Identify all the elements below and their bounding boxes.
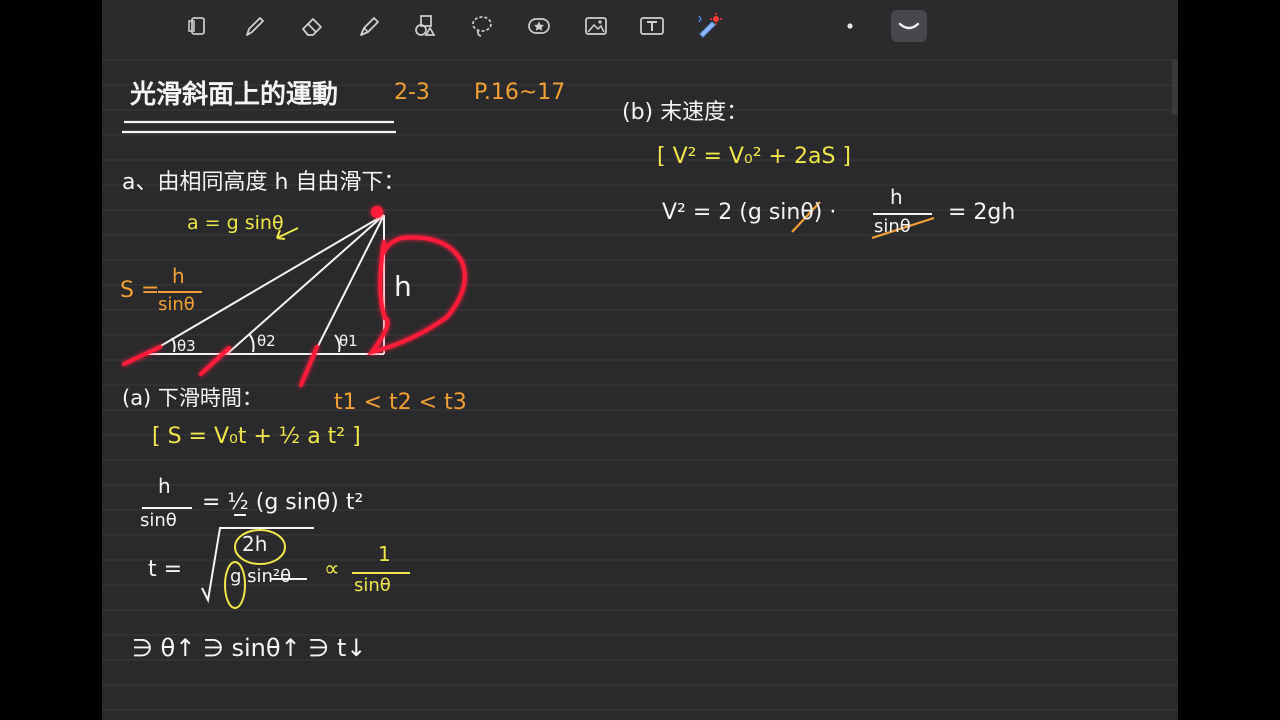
sticker-tool-button[interactable] (521, 10, 557, 42)
pen-tool-button[interactable] (237, 10, 273, 42)
part-a-heading: a、由相同高度 h 自由滑下： (122, 170, 406, 195)
eq1-numerator: h (158, 474, 171, 498)
acceleration-label: a = g sinθ (187, 212, 284, 234)
page-reference: P.16~17 (474, 80, 566, 105)
lasso-tool-button[interactable] (464, 10, 500, 42)
pen-dot-size-icon (847, 23, 853, 29)
height-label: h (394, 270, 412, 303)
conclusion-line: ∋ θ↑ ∋ sinθ↑ ∋ t↓ (132, 634, 367, 662)
image-icon (585, 17, 607, 35)
pen-stroke-size-button[interactable] (891, 10, 927, 42)
eraser-icon (302, 18, 322, 36)
shapes-icon (415, 15, 436, 36)
displacement-formula: [ S = V₀t + ½ a t² ] (152, 424, 361, 449)
eq3-denominator: sinθ (874, 216, 911, 237)
eq2-fraction-numerator: 1 (378, 542, 391, 566)
notes-app-window: 光滑斜面上的運動 2-3 P.16~17 a、由相同高度 h 自由滑下： a =… (102, 0, 1178, 720)
lasso-icon (472, 16, 492, 37)
eq2-fraction-denominator: sinθ (354, 575, 391, 596)
ink-drawing (122, 120, 935, 609)
page-layout-icon (188, 17, 205, 35)
sticker-icon (528, 18, 550, 34)
note-page[interactable]: 光滑斜面上的運動 2-3 P.16~17 a、由相同高度 h 自由滑下： a =… (102, 52, 1178, 720)
highlighter-tool-button[interactable] (351, 10, 387, 42)
text-icon (640, 17, 664, 35)
angle-theta-2: θ2 (257, 332, 276, 350)
proportional-symbol: ∝ (324, 557, 340, 582)
eq1-denominator: sinθ (140, 510, 177, 531)
eq2-radicand-numerator: 2h (242, 532, 268, 556)
eq2-radicand-denominator: g sin²θ (230, 566, 292, 587)
section-number: 2-3 (394, 80, 430, 105)
eq2-left: t = (148, 557, 183, 582)
angle-theta-3: θ3 (177, 337, 196, 355)
eq3-numerator: h (890, 185, 903, 209)
distance-label: S = (120, 278, 160, 303)
laser-pointer-button[interactable] (691, 10, 727, 42)
pen-stroke-size-icon (898, 22, 920, 30)
distance-denominator: sinθ (158, 294, 195, 315)
time-order: t1 < t2 < t3 (334, 390, 467, 415)
page-layout-button[interactable] (180, 10, 216, 42)
text-tool-button[interactable] (634, 10, 670, 42)
toolbar (102, 0, 1178, 52)
note-title: 光滑斜面上的運動 (130, 80, 339, 110)
pen-icon (246, 17, 264, 36)
shapes-tool-button[interactable] (407, 10, 443, 42)
eq1-right-side: = ½ (g sinθ) t² (202, 490, 364, 515)
title-underline (122, 120, 396, 134)
eq3-left-side: V² = 2 (g sinθ) · (662, 200, 837, 225)
question-b-speed: (b) 末速度： (622, 100, 749, 125)
distance-numerator: h (172, 264, 185, 288)
pen-dot-size-button[interactable] (832, 10, 868, 42)
page-scrollbar[interactable] (1172, 60, 1178, 115)
image-tool-button[interactable] (578, 10, 614, 42)
highlighter-icon (360, 17, 379, 36)
eraser-tool-button[interactable] (294, 10, 330, 42)
question-a-time: (a) 下滑時間： (122, 386, 263, 410)
eq3-result: = 2gh (948, 200, 1016, 225)
velocity-formula: [ V² = V₀² + 2aS ] (657, 144, 851, 169)
laser-pointer-icon (698, 13, 722, 38)
angle-theta-1: θ1 (339, 332, 358, 350)
